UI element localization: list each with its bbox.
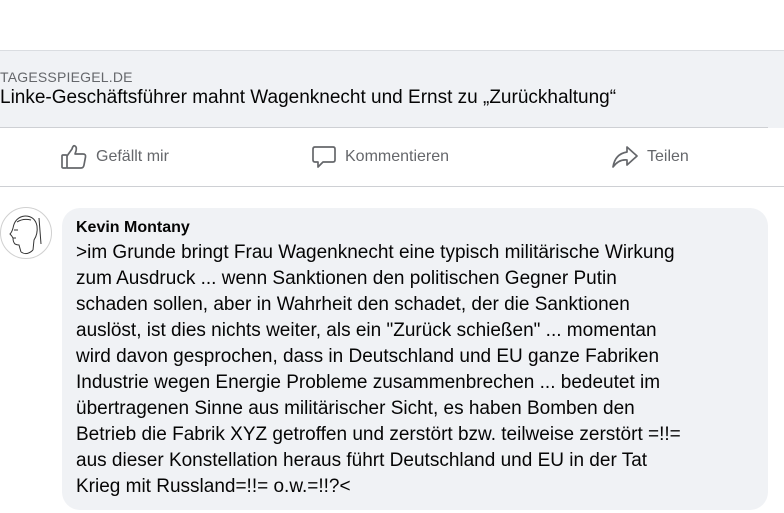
facebook-post: TAGESSPIEGEL.DE Linke-Geschäftsführer ma… (0, 0, 784, 513)
comment-text: >im Grunde bringt Frau Wagenknecht eine … (76, 242, 681, 497)
link-title[interactable]: Linke-Geschäftsführer mahnt Wagenknecht … (0, 87, 616, 109)
share-label: Teilen (647, 148, 689, 165)
like-label: Gefällt mir (96, 148, 169, 165)
link-domain: TAGESSPIEGEL.DE (0, 69, 133, 85)
speech-bubble-icon (311, 144, 337, 170)
comment-label: Kommentieren (345, 148, 450, 165)
share-arrow-icon (611, 144, 639, 170)
comment-bubble: Kevin Montany >im Grunde bringt Frau Wag… (62, 208, 768, 510)
avatar[interactable] (0, 207, 52, 259)
like-button[interactable]: Gefällt mir (60, 142, 169, 172)
action-bar: Gefällt mir Kommentieren Teilen (0, 128, 784, 186)
comment-author[interactable]: Kevin Montany (76, 218, 754, 238)
share-button[interactable]: Teilen (611, 142, 689, 172)
thumbs-up-icon (60, 143, 88, 171)
link-preview[interactable]: TAGESSPIEGEL.DE Linke-Geschäftsführer ma… (0, 50, 784, 128)
comment-button[interactable]: Kommentieren (311, 142, 449, 172)
action-divider (0, 186, 784, 187)
